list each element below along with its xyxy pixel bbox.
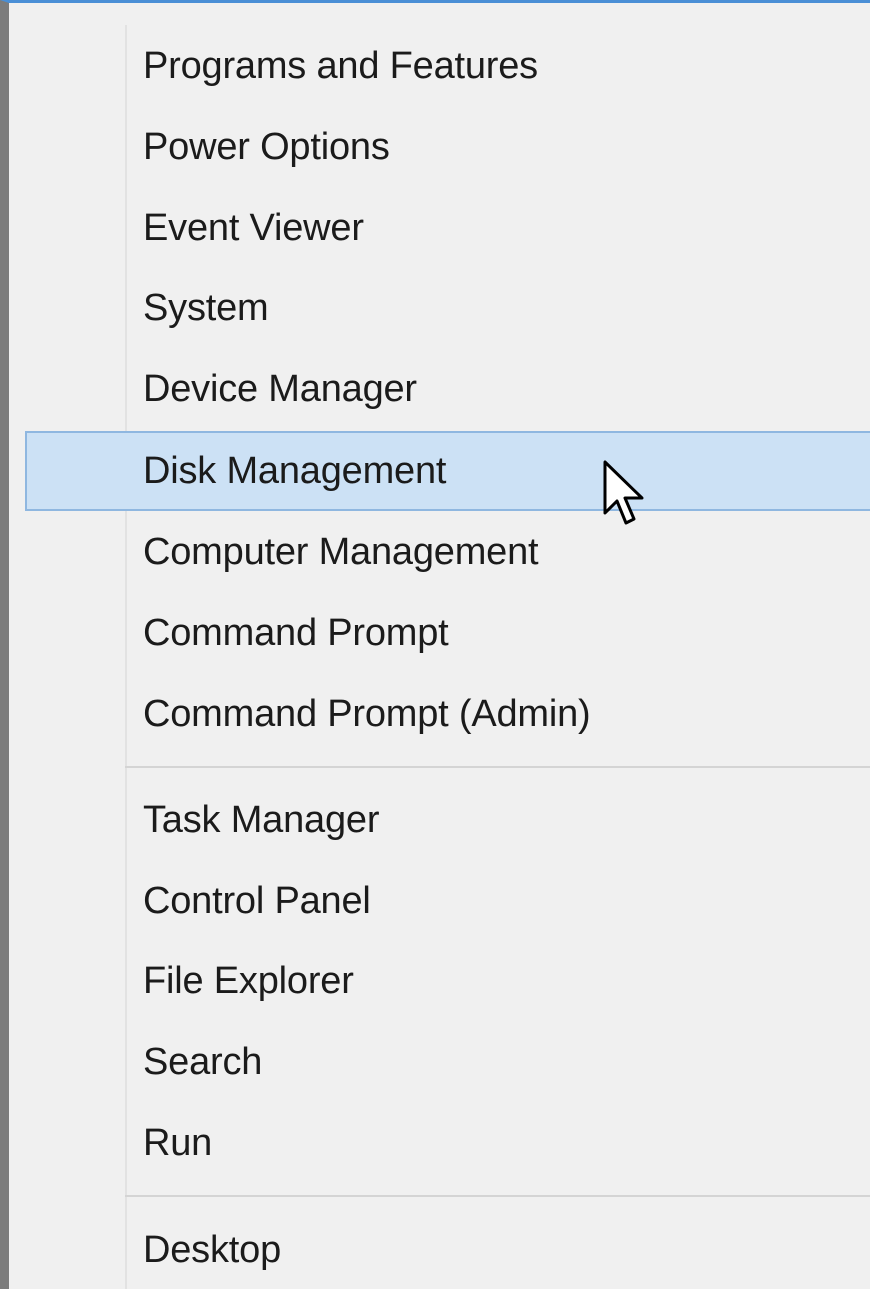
menu-item-label: Task Manager bbox=[143, 798, 380, 841]
menu-item-label: Desktop bbox=[143, 1228, 282, 1271]
menu-item-computer-management[interactable]: Computer Management bbox=[25, 512, 870, 592]
menu-item-system[interactable]: System bbox=[25, 268, 870, 348]
menu-item-label: System bbox=[143, 286, 269, 329]
menu-item-label: Device Manager bbox=[143, 367, 417, 410]
menu-item-label: Command Prompt (Admin) bbox=[143, 692, 591, 735]
menu-item-power-options[interactable]: Power Options bbox=[25, 107, 870, 187]
menu-item-label: File Explorer bbox=[143, 959, 354, 1002]
menu-separator bbox=[125, 766, 870, 768]
menu-item-command-prompt[interactable]: Command Prompt bbox=[25, 593, 870, 673]
menu-item-event-viewer[interactable]: Event Viewer bbox=[25, 188, 870, 268]
winx-context-menu: Programs and Features Power Options Even… bbox=[0, 0, 870, 1289]
menu-item-run[interactable]: Run bbox=[25, 1103, 870, 1183]
menu-separator bbox=[125, 1195, 870, 1197]
menu-item-label: Programs and Features bbox=[143, 44, 538, 87]
menu-item-device-manager[interactable]: Device Manager bbox=[25, 349, 870, 429]
menu-item-programs-and-features[interactable]: Programs and Features bbox=[25, 26, 870, 106]
menu-item-label: Event Viewer bbox=[143, 206, 364, 249]
menu-item-search[interactable]: Search bbox=[25, 1022, 870, 1102]
menu-item-label: Command Prompt bbox=[143, 611, 449, 654]
menu-item-label: Control Panel bbox=[143, 879, 371, 922]
menu-item-command-prompt-admin[interactable]: Command Prompt (Admin) bbox=[25, 674, 870, 754]
menu-item-disk-management[interactable]: Disk Management bbox=[25, 431, 870, 511]
menu-item-label: Computer Management bbox=[143, 530, 539, 573]
menu-item-label: Search bbox=[143, 1040, 263, 1083]
menu-item-label: Power Options bbox=[143, 125, 390, 168]
menu-item-file-explorer[interactable]: File Explorer bbox=[25, 941, 870, 1021]
menu-item-label: Run bbox=[143, 1121, 213, 1164]
menu-item-task-manager[interactable]: Task Manager bbox=[25, 780, 870, 860]
menu-item-control-panel[interactable]: Control Panel bbox=[25, 861, 870, 941]
menu-item-desktop[interactable]: Desktop bbox=[25, 1210, 870, 1289]
menu-item-label: Disk Management bbox=[143, 449, 447, 492]
